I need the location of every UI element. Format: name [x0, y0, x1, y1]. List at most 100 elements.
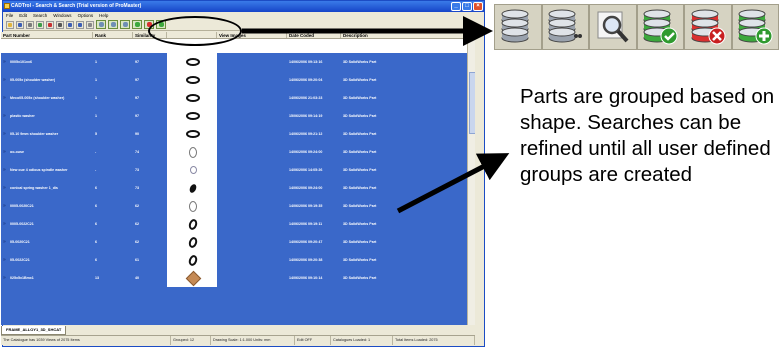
cell-description: 3D SolidWorks Part — [343, 114, 377, 118]
check-db-button[interactable] — [132, 20, 142, 29]
menu-search[interactable]: Search — [33, 12, 47, 19]
cell-similarity: 73 — [135, 168, 139, 172]
col-rank[interactable]: Rank — [93, 32, 133, 38]
magnifier-button[interactable] — [589, 4, 637, 50]
cell-description: 3D SolidWorks Part — [343, 168, 377, 172]
database-check-button[interactable] — [636, 4, 684, 50]
washer-shape-icon — [186, 58, 200, 66]
cell-description: 3D SolidWorks Part — [343, 150, 377, 154]
table-row[interactable]: » plastic washer 1 97 15/06/2006 09:14:19 3D … — [1, 107, 475, 125]
washer-shape-icon — [187, 217, 199, 231]
maximize-button[interactable]: □ — [462, 2, 472, 11]
table-row[interactable]: » 0005-0022C21 6 62 14/06/2006 09:19:11 3D So… — [1, 215, 475, 233]
database-refine-button[interactable] — [541, 4, 589, 50]
cell-part-number: 05-0020C21 — [10, 240, 30, 244]
forward-button[interactable] — [76, 20, 84, 29]
menu-edit[interactable]: Edit — [19, 12, 27, 19]
cell-rank: 6 — [95, 222, 97, 226]
cell-description: 3D SolidWorks Part — [343, 132, 377, 136]
database-add-button[interactable] — [731, 4, 779, 50]
cell-part-number: 05-005x (shoulder washer) — [10, 78, 56, 82]
table-row[interactable]: » 0005-0020C21 6 62 14/06/2006 09:19:35 3D So… — [1, 197, 475, 215]
row-marker: » — [3, 131, 6, 137]
washer-shape-icon — [186, 112, 200, 120]
disk-icon — [18, 22, 22, 27]
search-db-button[interactable] — [96, 20, 106, 29]
part-thumbnail — [167, 179, 217, 197]
row-marker: » — [3, 221, 6, 227]
table-row[interactable]: » New oue 4 odious spindle washer - 73 14/06… — [1, 161, 475, 179]
cell-rank: 1 — [95, 60, 97, 64]
row-marker: » — [3, 59, 6, 65]
part-thumbnail — [167, 233, 217, 251]
magnifier-icon — [597, 11, 629, 43]
table-row[interactable]: » oo-ouse - 74 14/06/2006 09:24:00 3D SolidWo… — [1, 143, 475, 161]
cell-part-number: conical spring washer 1_dis — [10, 186, 58, 190]
cell-similarity: 97 — [135, 60, 139, 64]
washer-shape-icon — [187, 235, 199, 249]
delete-button[interactable] — [46, 20, 54, 29]
menu-file[interactable]: File — [6, 12, 13, 19]
highlight-ellipse — [148, 16, 242, 46]
menu-options[interactable]: Options — [78, 12, 94, 19]
washer-shape-icon — [189, 166, 197, 174]
table-row[interactable]: » 025x5x1Bmx1 13 40 14/06/2006 09:10:14 3D So… — [1, 269, 475, 287]
cell-rank: 6 — [95, 186, 97, 190]
cell-date-coded: 14/06/2006 09:20:47 — [289, 240, 323, 244]
database-search-button[interactable] — [494, 4, 542, 50]
title-bar: CADTrol - Search & Search (Trial version… — [3, 1, 484, 12]
database-search-icon — [501, 9, 529, 43]
table-row[interactable]: » 05-005x (shoulder washer) 1 97 14/06/2006 … — [1, 71, 475, 89]
cell-description: 3D SolidWorks Part — [343, 60, 377, 64]
print-button[interactable] — [26, 20, 34, 29]
washer-shape-icon — [187, 253, 199, 267]
x-icon — [48, 22, 52, 27]
open-button[interactable] — [6, 20, 14, 29]
cut-button[interactable] — [56, 20, 64, 29]
database-delete-icon — [691, 9, 726, 45]
cell-description: 3D SolidWorks Part — [343, 186, 377, 190]
zoom-icon — [88, 22, 92, 27]
database-delete-button[interactable] — [684, 4, 732, 50]
cell-rank: 6 — [95, 258, 97, 262]
arrow-left-icon — [68, 22, 72, 27]
col-date-coded[interactable]: Date Coded — [287, 32, 341, 38]
refine-db-button[interactable] — [108, 20, 118, 29]
cell-rank: 13 — [95, 276, 99, 280]
washer-shape-icon — [189, 200, 197, 212]
table-row[interactable]: » Meco05-005x (shoulder washer) 1 97 14/06/2… — [1, 89, 475, 107]
table-row[interactable]: » 0005x101xx6 1 97 14/06/2006 09:13:16 3D Sol… — [1, 53, 475, 71]
cell-date-coded: 15/06/2006 09:14:19 — [289, 114, 323, 118]
cell-similarity: 40 — [135, 276, 139, 280]
part-thumbnail — [167, 269, 217, 287]
menu-help[interactable]: Help — [99, 12, 108, 19]
minimize-button[interactable]: _ — [451, 2, 461, 11]
table-row[interactable]: » 05-10 9mm shoulder washer 5 90 14/06/2006 … — [1, 125, 475, 143]
col-description[interactable]: Description — [341, 32, 467, 38]
back-button[interactable] — [66, 20, 74, 29]
table-row[interactable]: » 05-0020C21 6 62 14/06/2006 09:20:47 3D Soli… — [1, 233, 475, 251]
cell-part-number: plastic washer — [10, 114, 35, 118]
menu-windows[interactable]: Windows — [53, 12, 71, 19]
cell-description: 3D SolidWorks Part — [343, 78, 377, 82]
magnify-db-button[interactable] — [120, 20, 130, 29]
vertical-scrollbar[interactable] — [467, 32, 475, 325]
catalog-button[interactable] — [36, 20, 44, 29]
status-total-items: Total Items Loaded: 2075 — [393, 336, 475, 345]
col-part-number[interactable]: Part Number — [1, 32, 93, 38]
washer-shape-icon — [186, 76, 200, 84]
tab-catalogue[interactable]: FRAME_ALLOY1_3D_SHCAT — [1, 326, 67, 335]
cell-part-number: 05-0022C21 — [10, 258, 30, 262]
close-button[interactable]: × — [473, 2, 483, 11]
part-thumbnail — [167, 125, 217, 143]
save-button[interactable] — [16, 20, 24, 29]
zoom-button[interactable] — [86, 20, 94, 29]
cell-date-coded: 14/06/2006 09:10:14 — [289, 276, 323, 280]
cell-rank: 1 — [95, 114, 97, 118]
cell-description: 3D SolidWorks Part — [343, 96, 377, 100]
cell-rank: - — [95, 150, 97, 154]
row-marker: » — [3, 275, 6, 281]
cell-description: 3D SolidWorks Part — [343, 222, 377, 226]
table-row[interactable]: » 05-0022C21 6 61 14/06/2006 09:20:38 3D Soli… — [1, 251, 475, 269]
table-row[interactable]: » conical spring washer 1_dis 6 73 14/06/200… — [1, 179, 475, 197]
